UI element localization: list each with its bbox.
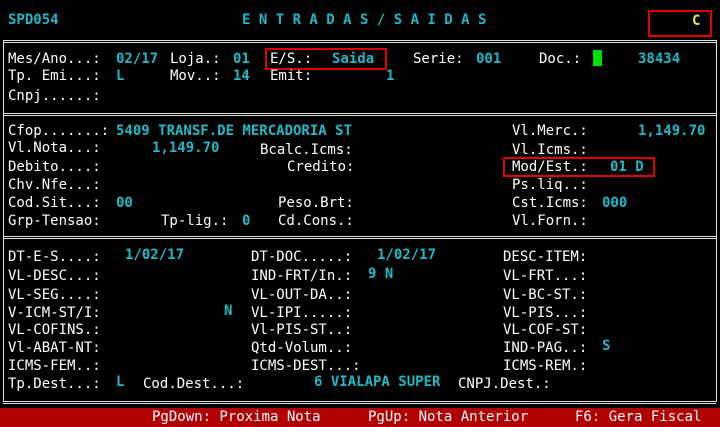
dt-es-field[interactable]: 1/02/17 [125,247,184,264]
tp-dest-field[interactable]: L [116,374,124,391]
separator-3 [3,236,716,237]
vl-forn-label: Vl.Forn.: [512,213,588,229]
ind-frt-field[interactable]: 9 N [368,266,393,283]
desc-item-label: DESC-ITEM: [503,249,588,265]
vl-ipi-label: VL-IPI.....: [251,305,353,321]
function-key-bar: PgDown: Proxima Nota PgUp: Nota Anterior… [0,408,720,427]
qtd-volum-label: Qtd-Volum..: [251,340,353,356]
serie-label: Serie: [413,51,464,67]
cfop-label: Cfop.......: [8,123,110,139]
grp-tensao-label: Grp-Tensao: [8,213,101,229]
cfop-field[interactable]: 5409 TRANSF.DE MERCADORIA ST [116,123,352,140]
cod-sit-field[interactable]: 00 [116,195,133,212]
tp-emi-label: Tp. Emi...: [8,68,101,84]
mod-est-label: Mod/Est.: [512,159,588,175]
credito-label: Credito: [287,159,355,175]
doc-field[interactable]: 38434 [638,51,680,68]
tp-emi-field[interactable]: L [116,68,124,85]
f6-hint[interactable]: F6: Gera Fiscal [575,409,701,426]
v-icm-st-field[interactable]: N [224,303,232,320]
cnpj-dest-label: CNPJ.Dest.: [458,376,551,392]
mov-label: Mov..: [170,68,221,84]
status-flag: C [692,13,701,29]
vl-nota-label: Vl.Nota...: [8,140,101,156]
es-label: E/S.: [270,51,313,67]
text-cursor [593,50,602,66]
vl-cof-st-label: VL-COF-ST: [503,322,588,338]
vl-pis-label: VL-PIS...: [503,305,588,321]
cod-dest-field[interactable]: 6 VIALAPA SUPER [314,374,440,391]
frame-right [716,40,717,402]
loja-field[interactable]: 01 [233,51,250,68]
dt-es-label: DT-E-S....: [8,249,101,265]
cod-dest-label: Cod.Dest...: [143,376,245,392]
mes-ano-label: Mes/Ano...: [8,51,101,67]
vl-abat-label: Vl-ABAT-NT: [8,340,101,356]
vl-pis-st-label: Vl-PIS-ST..: [251,322,353,338]
doc-label: Doc.: [539,51,582,67]
pgdown-hint[interactable]: PgDown: Proxima Nota [152,409,321,426]
emit-label: Emit: [270,68,313,84]
peso-brt-label: Peso.Brt: [278,195,354,211]
vl-seg-label: VL-SEG....: [8,287,101,303]
mov-field[interactable]: 14 [233,68,250,85]
cnpj-label: Cnpj......: [8,88,101,104]
vl-nota-field[interactable]: 1,149.70 [152,140,219,157]
dt-doc-label: DT-DOC.....: [251,249,353,265]
flag-highlight [648,10,712,37]
cst-icms-field[interactable]: 000 [602,195,627,212]
cd-cons-label: Cd.Cons.: [278,213,354,229]
frame-left [3,40,4,402]
tp-lig-field[interactable]: 0 [242,213,250,230]
serie-field[interactable]: 001 [476,51,501,68]
mod-est-field[interactable]: 01 D [610,159,644,176]
vl-cofins-label: VL-COFINS.: [8,322,101,338]
bcalc-icms-label: Bcalc.Icms: [260,142,353,158]
separator-2 [3,113,716,114]
loja-label: Loja.: [170,51,221,67]
separator-bottom [3,401,716,402]
screen-title: E N T R A D A S / S A I D A S [242,12,487,28]
ind-frt-label: IND-FRT/In.: [251,268,353,284]
cst-icms-label: Cst.Icms: [512,195,588,211]
cod-sit-label: Cod.Sit...: [8,195,101,211]
dt-doc-field[interactable]: 1/02/17 [377,247,436,264]
icms-rem-label: ICMS-REM.: [503,358,588,374]
vl-desc-label: VL-DESC...: [8,268,101,284]
icms-fem-label: ICMS-FEM..: [8,358,101,374]
tp-dest-label: Tp.Dest...: [8,376,101,392]
emit-field[interactable]: 1 [386,68,394,85]
es-field[interactable]: Saida [332,51,374,68]
vl-bc-st-label: VL-BC-ST.: [503,287,588,303]
ind-pag-label: IND-PAG..: [503,340,588,356]
separator-top [3,40,716,41]
pgup-hint[interactable]: PgUp: Nota Anterior [368,409,528,426]
screen-code: SPD054 [8,12,59,28]
chv-nfe-label: Chv.Nfe...: [8,177,101,193]
vl-out-da-label: VL-OUT-DA..: [251,287,353,303]
icms-dest-label: ICMS-DEST...: [251,358,361,374]
debito-label: Debito....: [8,159,101,175]
tp-lig-label: Tp-lig.: [161,213,229,229]
mes-ano-field[interactable]: 02/17 [116,51,158,68]
vl-merc-label: Vl.Merc.: [512,123,588,139]
vl-merc-field[interactable]: 1,149.70 [638,123,705,140]
vl-frt-label: VL-FRT...: [503,268,588,284]
v-icm-st-label: V-ICM-ST/I: [8,305,101,321]
ind-pag-field[interactable]: S [602,338,610,355]
ps-liq-label: Ps.liq..: [512,177,588,193]
